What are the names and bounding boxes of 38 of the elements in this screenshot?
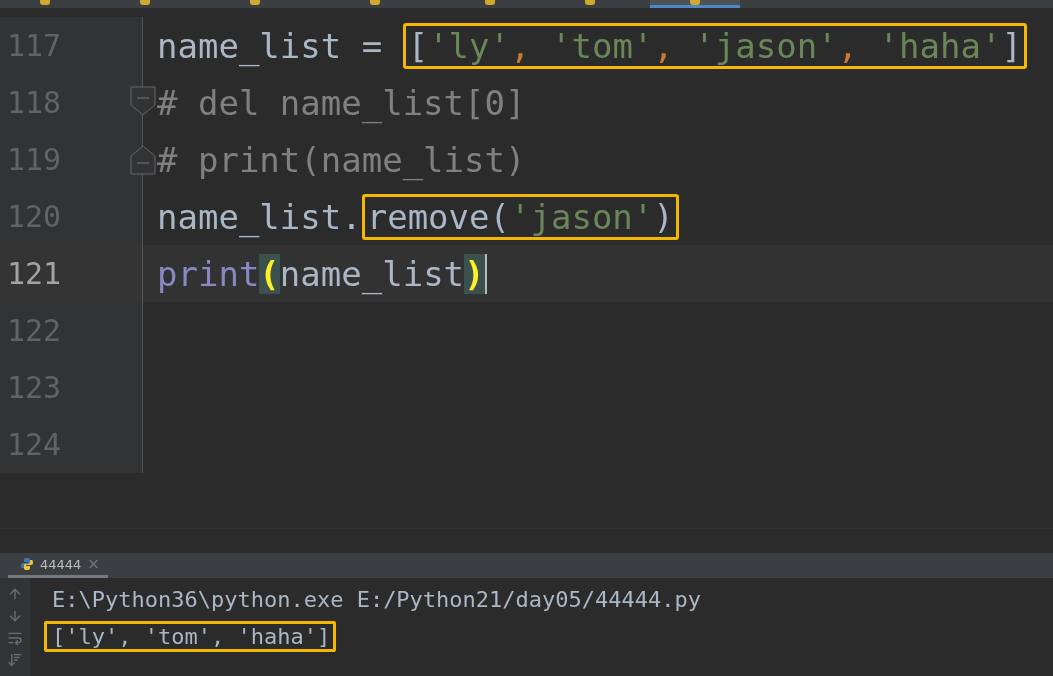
code-token: )	[464, 253, 485, 294]
python-file-icon	[690, 0, 700, 5]
code-token: 'jason'	[694, 25, 838, 66]
code-token: ,	[510, 25, 532, 66]
fold-marker-icon[interactable]	[130, 145, 156, 175]
code-token: ,	[837, 25, 860, 66]
soft-wrap-icon[interactable]	[7, 630, 23, 646]
line-number: 121	[6, 256, 62, 291]
code-token: =	[360, 25, 384, 66]
editor-tab[interactable]	[650, 0, 740, 8]
code-token: (	[259, 253, 280, 294]
python-file-icon	[485, 0, 495, 5]
code-token: [	[407, 25, 429, 66]
fold-marker-icon[interactable]	[130, 86, 156, 116]
python-file-icon	[40, 0, 50, 5]
code-token: 'jason'	[510, 196, 654, 237]
code-token: name_list	[157, 25, 342, 66]
code-token: ,	[653, 25, 675, 66]
code-token: print	[157, 253, 260, 294]
python-file-icon	[140, 0, 150, 5]
text-caret	[484, 253, 487, 294]
python-logo-icon	[20, 557, 34, 571]
python-file-icon	[250, 0, 260, 5]
code-token: name_list.	[157, 196, 362, 237]
run-tab-label: 44444	[40, 556, 82, 572]
code-token: 'haha'	[878, 25, 1002, 66]
code-token: # print(name_list)	[157, 139, 526, 180]
code-token: )	[653, 196, 674, 237]
console-output-line: E:\Python36\python.exe E:/Python21/day05/44444.py	[51, 586, 702, 614]
python-file-icon	[370, 0, 380, 5]
code-token: 'ly'	[428, 25, 511, 66]
code-token: # del name_list[0]	[157, 82, 526, 123]
code-token: name_list	[279, 253, 465, 294]
python-file-icon	[585, 0, 595, 5]
code-token: remove(	[366, 196, 510, 237]
code-token: 'tom'	[551, 25, 654, 66]
code-token: ]	[1001, 25, 1022, 66]
sort-down-icon[interactable]	[7, 652, 23, 668]
